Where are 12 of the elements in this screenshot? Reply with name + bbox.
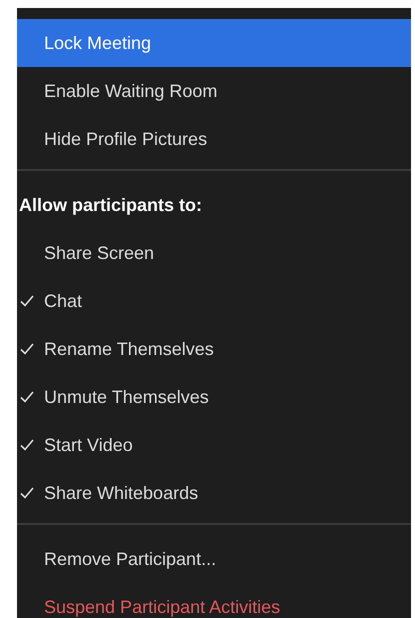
menu-item[interactable]: Start Video: [17, 421, 411, 469]
menu-item[interactable]: Suspend Participant Activities: [17, 583, 411, 618]
menu-item[interactable]: Unmute Themselves: [17, 373, 411, 421]
menu-item[interactable]: Share Whiteboards: [17, 469, 411, 517]
menu-item[interactable]: Chat: [17, 277, 411, 325]
menu-item[interactable]: Lock Meeting: [17, 19, 411, 67]
menu-item[interactable]: Enable Waiting Room: [17, 67, 411, 115]
menu-item[interactable]: Share Screen: [17, 229, 411, 277]
menu-item[interactable]: Hide Profile Pictures: [17, 115, 411, 163]
menu-item[interactable]: Rename Themselves: [17, 325, 411, 373]
menu-item[interactable]: Remove Participant...: [17, 535, 411, 583]
section-heading: Allow participants to:: [19, 194, 202, 217]
